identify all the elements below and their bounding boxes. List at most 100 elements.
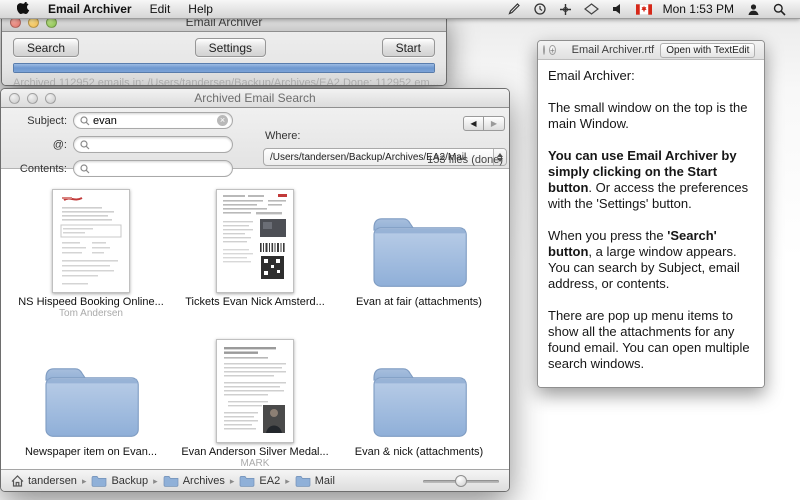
file-name: Tickets Evan Nick Amsterd... (185, 296, 325, 308)
breadcrumb-item[interactable]: Backup (91, 475, 148, 487)
address-search-field[interactable] (73, 136, 233, 153)
search-results-grid: NS Hispeed Booking Online... Tom Anderse… (1, 169, 509, 469)
contents-input[interactable] (93, 163, 228, 175)
file-subtitle: Tom Andersen (59, 308, 123, 319)
zoom-button[interactable] (45, 93, 56, 104)
folder-icon[interactable] (34, 353, 148, 443)
volume-icon[interactable] (610, 1, 626, 17)
forward-button[interactable]: ▶ (484, 116, 505, 131)
breadcrumb-label: Archives (183, 475, 225, 487)
preview-window: + Email Archiver.rtf Open with TextEdit … (537, 40, 765, 388)
preview-paragraph: The small window on the top is the main … (548, 100, 754, 132)
menu-help[interactable]: Help (179, 0, 222, 18)
folder-icon (239, 475, 255, 487)
preview-paragraph: There are pop up menu items to show all … (548, 308, 754, 372)
home-icon (11, 475, 24, 487)
back-button[interactable]: ◀ (463, 116, 484, 131)
breadcrumb-item[interactable]: Mail (295, 475, 335, 487)
file-subtitle: MARK (241, 458, 270, 469)
file-name: NS Hispeed Booking Online... (18, 296, 164, 308)
at-label: @: (5, 139, 67, 151)
folder-icon (91, 475, 107, 487)
search-icon (80, 140, 90, 150)
archive-status-text: Archived 112952 emails in: /Users/tander… (13, 77, 343, 86)
contents-search-field[interactable] (73, 160, 233, 177)
search-form: Subject: @: Contents: × Where: /Users/ta… (1, 108, 509, 169)
preview-paragraph: Email Archiver: (548, 68, 754, 84)
document-thumbnail-icon[interactable] (52, 189, 130, 293)
search-icon (80, 116, 90, 126)
main-window-body: Search Settings Start Archived 112952 em… (2, 32, 446, 86)
file-item[interactable]: Evan & nick (attachments) (337, 323, 501, 473)
breadcrumb-item[interactable]: Archives (163, 475, 225, 487)
breadcrumb-item[interactable]: tandersen (11, 475, 77, 487)
subject-label: Subject: (5, 115, 67, 127)
preview-content: Email Archiver: The small window on the … (538, 60, 764, 387)
apple-menu[interactable] (8, 2, 39, 16)
breadcrumb-separator: ▸ (153, 476, 158, 487)
breadcrumb-label: Mail (315, 475, 335, 487)
breadcrumb-separator: ▸ (230, 476, 235, 487)
add-icon[interactable]: + (549, 45, 556, 55)
breadcrumb-label: Backup (111, 475, 148, 487)
apple-icon (17, 2, 30, 16)
file-item[interactable]: Newspaper item on Evan... (9, 323, 173, 473)
time-machine-icon[interactable] (532, 1, 548, 17)
minimize-button[interactable] (27, 93, 38, 104)
folder-icon (295, 475, 311, 487)
canada-flag-icon (636, 1, 652, 17)
preview-title: Email Archiver.rtf (572, 44, 655, 56)
pen-icon[interactable] (506, 1, 522, 17)
user-icon[interactable] (745, 1, 761, 17)
breadcrumb-separator: ▸ (285, 476, 290, 487)
breadcrumb-item[interactable]: EA2 (239, 475, 280, 487)
search-window-title: Archived Email Search (1, 91, 509, 105)
menu-clock[interactable]: Mon 1:53 PM (663, 2, 734, 16)
open-with-textedit-button[interactable]: Open with TextEdit (660, 43, 755, 58)
close-button[interactable] (9, 93, 20, 104)
subject-search-field[interactable]: × (73, 112, 233, 129)
files-count-status: 153 files (done) (427, 154, 503, 166)
diamond-icon[interactable] (584, 1, 600, 17)
subject-input[interactable] (93, 115, 217, 127)
document-thumbnail-icon[interactable] (216, 189, 294, 293)
archive-done-text: Done: 112952 em... (343, 77, 439, 86)
file-item[interactable]: Evan Anderson Silver Medal... MARK (173, 323, 337, 473)
history-nav: ◀ ▶ (463, 116, 505, 131)
close-icon[interactable] (543, 45, 545, 55)
search-button[interactable]: Search (13, 38, 79, 57)
where-label: Where: (265, 130, 300, 142)
search-window-titlebar[interactable]: Archived Email Search (1, 89, 509, 108)
address-input[interactable] (93, 139, 228, 151)
file-name: Evan at fair (attachments) (356, 296, 482, 308)
spotlight-icon[interactable] (771, 1, 787, 17)
slider-knob[interactable] (455, 475, 467, 487)
folder-icon (163, 475, 179, 487)
settings-button[interactable]: Settings (195, 38, 266, 57)
document-thumbnail-icon[interactable] (216, 339, 294, 443)
contents-label: Contents: (5, 163, 67, 175)
breadcrumb-label: tandersen (28, 475, 77, 487)
file-item[interactable]: NS Hispeed Booking Online... Tom Anderse… (9, 173, 173, 323)
archived-email-search-window: Archived Email Search Subject: @: Conten… (0, 88, 510, 492)
menu-edit[interactable]: Edit (141, 0, 180, 18)
email-archiver-window: Email Archiver Search Settings Start Arc… (1, 12, 447, 86)
file-item[interactable]: Tickets Evan Nick Amsterd... (173, 173, 337, 323)
file-name: Evan Anderson Silver Medal... (181, 446, 328, 458)
file-item[interactable]: Evan at fair (attachments) (337, 173, 501, 323)
start-button[interactable]: Start (382, 38, 435, 57)
breadcrumb-separator: ▸ (82, 476, 87, 487)
file-name: Newspaper item on Evan... (25, 446, 157, 458)
preview-paragraph: When you press the 'Search' button, a la… (548, 228, 754, 292)
desktop: Email Archiver Edit Help Mon 1:53 PM (0, 0, 800, 500)
menu-bar: Email Archiver Edit Help Mon 1:53 PM (0, 0, 800, 19)
folder-icon[interactable] (362, 353, 476, 443)
folder-icon[interactable] (362, 203, 476, 293)
preview-titlebar[interactable]: + Email Archiver.rtf Open with TextEdit (538, 41, 764, 60)
crosshair-icon[interactable] (558, 1, 574, 17)
file-name: Evan & nick (attachments) (355, 446, 483, 458)
icon-size-slider[interactable] (423, 474, 499, 488)
search-icon (80, 164, 90, 174)
menu-app[interactable]: Email Archiver (39, 0, 141, 18)
clear-search-icon[interactable]: × (217, 115, 228, 126)
